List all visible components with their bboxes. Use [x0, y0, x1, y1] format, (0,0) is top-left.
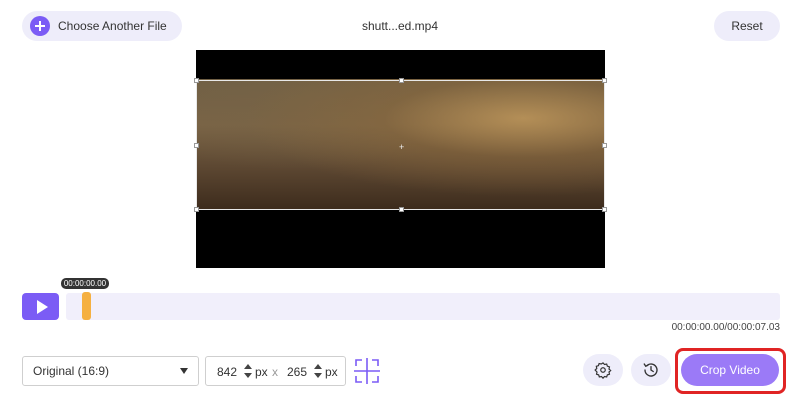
crop-handle-bottom-right[interactable] [602, 207, 607, 212]
chevron-down-icon [180, 368, 188, 374]
timeline-playhead[interactable] [82, 292, 91, 320]
choose-another-file-label: Choose Another File [58, 19, 167, 33]
dimensions-field: 842 px x 265 px [205, 356, 346, 386]
current-time-tooltip: 00:00:00.00 [61, 278, 109, 289]
width-input[interactable]: 842 [217, 365, 237, 379]
crop-handle-left[interactable] [194, 143, 199, 148]
crop-handle-bottom[interactable] [399, 207, 404, 212]
file-name: shutt...ed.mp4 [361, 19, 439, 33]
time-readout: 00:00:00.00/00:00:07.03 [671, 322, 780, 333]
crop-handle-right[interactable] [602, 143, 607, 148]
dimension-separator: x [272, 365, 278, 379]
settings-button[interactable] [583, 354, 623, 386]
crop-selection-box[interactable]: + [194, 78, 607, 212]
history-icon [643, 363, 658, 377]
history-button[interactable] [631, 354, 671, 386]
timeline-track[interactable] [66, 293, 780, 320]
crop-video-button[interactable]: Crop Video [681, 354, 779, 386]
crosshair-icon: + [399, 142, 405, 152]
width-unit: px [255, 365, 268, 379]
height-stepper-icon[interactable] [314, 364, 322, 378]
plus-circle-icon [30, 16, 50, 36]
crop-handle-top-right[interactable] [602, 78, 607, 83]
crop-center-icon [354, 358, 380, 384]
reset-button[interactable]: Reset [714, 11, 780, 41]
video-preview: + [194, 50, 607, 268]
gear-icon [594, 362, 612, 379]
width-stepper-icon[interactable] [244, 364, 252, 378]
crop-handle-bottom-left[interactable] [194, 207, 199, 212]
crop-handle-top-left[interactable] [194, 78, 199, 83]
aspect-ratio-value: Original (16:9) [33, 364, 110, 378]
center-crop-button[interactable] [352, 356, 382, 386]
play-icon [36, 299, 48, 314]
play-button[interactable] [22, 293, 59, 320]
height-input[interactable]: 265 [287, 365, 307, 379]
aspect-ratio-select[interactable]: Original (16:9) [22, 356, 199, 386]
crop-handle-top[interactable] [399, 78, 404, 83]
choose-another-file-button[interactable]: Choose Another File [22, 11, 182, 41]
height-unit: px [325, 365, 338, 379]
